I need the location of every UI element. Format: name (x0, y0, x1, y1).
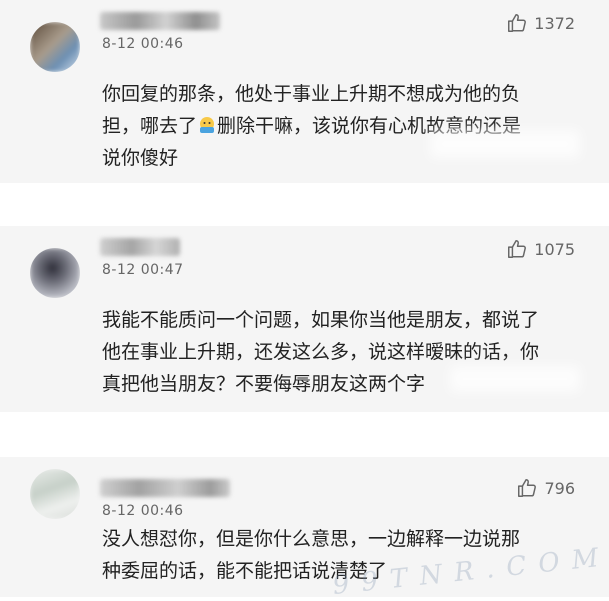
comment-timestamp: 8-12 00:46 (102, 503, 184, 519)
thumbs-up-icon (516, 477, 538, 499)
like-count: 1372 (534, 13, 575, 33)
thumbs-up-icon (506, 238, 528, 260)
like-button[interactable]: 1372 (506, 12, 575, 34)
comment-card[interactable]: 8-12 00:46 1372 你回复的那条，他处于事业上升期不想成为他的负 担… (0, 0, 609, 183)
avatar[interactable] (30, 469, 80, 519)
comment-card[interactable]: 8-12 00:47 1075 我能不能质问一个问题，如果你当他是朋友，都说了 … (0, 226, 609, 412)
username-blurred[interactable] (100, 12, 220, 30)
comment-fragment: 担，哪去了 (102, 115, 198, 137)
avatar[interactable] (30, 248, 80, 298)
like-button[interactable]: 796 (516, 477, 575, 499)
comment-timestamp: 8-12 00:46 (102, 36, 184, 52)
like-button[interactable]: 1075 (506, 238, 575, 260)
username-blurred[interactable] (100, 238, 180, 256)
comment-card[interactable]: 8-12 00:46 796 没人想怼你，但是你什么意思，一边解释一边说那 种委… (0, 457, 609, 601)
comment-text: 你回复的那条，他处于事业上升期不想成为他的负 担，哪去了 删除干嘛，该说你有心机故… (102, 78, 582, 174)
username-blurred[interactable] (100, 479, 230, 497)
emoji-icon (197, 113, 217, 133)
thumbs-up-icon (506, 12, 528, 34)
avatar[interactable] (30, 22, 80, 72)
comment-line: 你回复的那条，他处于事业上升期不想成为他的负 (102, 83, 521, 105)
comment-line: 我能不能质问一个问题，如果你当他是朋友，都说了 (102, 309, 540, 331)
like-count: 1075 (534, 239, 575, 259)
comment-timestamp: 8-12 00:47 (102, 262, 184, 278)
like-count: 796 (544, 478, 575, 498)
blur-overlay (430, 130, 580, 158)
blur-overlay (450, 366, 580, 392)
comment-line: 没人想怼你，但是你什么意思，一边解释一边说那 (102, 528, 521, 550)
comment-line: 他在事业上升期，还发这么多，说这样暧昧的话，你 (102, 341, 540, 363)
